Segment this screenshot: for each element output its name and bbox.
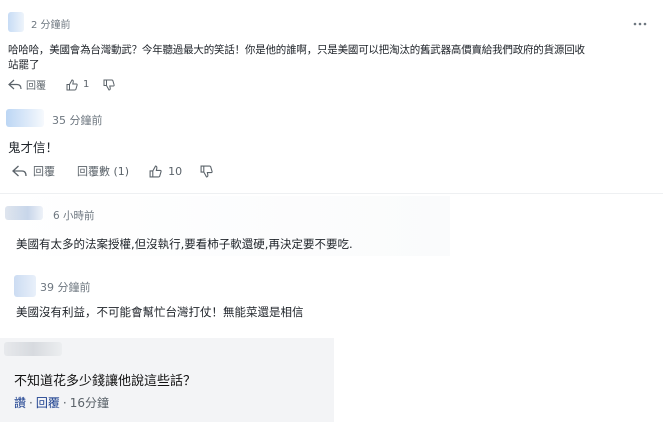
comment-text-line2: 站罷了	[8, 59, 40, 71]
reply-arrow-icon	[8, 79, 22, 90]
replies-count-label: 回覆數 (1)	[77, 165, 130, 178]
reply-link[interactable]: 回覆	[36, 394, 60, 411]
like-link[interactable]: 讚	[14, 394, 26, 411]
like-count: 1	[83, 79, 90, 90]
comment-actions: 回覆 回覆數 (1) 10	[12, 163, 213, 179]
avatar	[14, 275, 36, 297]
like-button[interactable]: 1	[66, 78, 90, 91]
dislike-button[interactable]	[200, 165, 213, 178]
section-divider	[0, 193, 663, 194]
more-vertical-icon[interactable]	[632, 16, 648, 32]
reply-label: 回覆	[26, 81, 46, 92]
comment-text: 鬼才信！	[8, 140, 59, 155]
comment-card-5: 不知道花多少錢讓他說這些話？ 讚 · 回覆 · 16分鐘	[0, 338, 334, 422]
avatar	[8, 12, 24, 32]
reply-label: 回覆	[33, 165, 55, 178]
comment-card-3: 6 小時前 美國有太多的法案授權,但沒執行,要看柿子軟還硬,再決定要不要吃.	[0, 196, 450, 256]
comment-text-line1: 哈哈哈，美國會為台灣動武？今年聽過最大的笑話！你是他的誰啊，只是美國可以把淘汰的…	[8, 44, 585, 56]
comment-card-1: 2 分鐘前 哈哈哈，美國會為台灣動武？今年聽過最大的笑話！你是他的誰啊，只是美國…	[0, 0, 663, 100]
avatar	[6, 109, 44, 127]
comment-timestamp: 2 分鐘前	[31, 20, 71, 31]
like-count: 10	[168, 164, 183, 178]
comment-card-2: 35 分鐘前 鬼才信！ 回覆 回覆數 (1) 10	[0, 100, 663, 192]
comment-timestamp: 35 分鐘前	[52, 114, 103, 127]
comment-timestamp: 39 分鐘前	[40, 281, 91, 294]
comment-card-4: 39 分鐘前 美國沒有利益，不可能會幫忙台灣打仗！無能菜還是相信	[0, 268, 420, 326]
comment-actions: 讚 · 回覆 · 16分鐘	[14, 394, 109, 411]
thumbs-down-icon	[103, 79, 116, 91]
comment-timestamp: 16分鐘	[69, 396, 109, 410]
reply-button[interactable]: 回覆	[12, 163, 55, 179]
comment-text: 美國沒有利益，不可能會幫忙台灣打仗！無能菜還是相信	[16, 305, 304, 319]
thumbs-up-icon	[149, 165, 162, 177]
comment-text: 美國有太多的法案授權,但沒執行,要看柿子軟還硬,再決定要不要吃.	[16, 237, 353, 251]
avatar	[5, 206, 43, 220]
dislike-button[interactable]	[103, 79, 116, 91]
replies-count-button[interactable]: 回覆數 (1)	[77, 163, 129, 179]
comment-text: 不知道花多少錢讓他說這些話？	[14, 374, 197, 389]
comment-timestamp: 6 小時前	[53, 210, 95, 222]
avatar	[4, 342, 62, 356]
separator-dot: ·	[29, 395, 33, 410]
comment-actions: 回覆 1	[8, 77, 116, 92]
separator-dot: ·	[62, 395, 67, 410]
thumbs-down-icon	[200, 165, 213, 177]
reply-arrow-icon	[12, 165, 27, 177]
like-button[interactable]: 10	[149, 165, 182, 178]
thumbs-up-icon	[66, 78, 78, 90]
reply-button[interactable]: 回覆	[8, 77, 46, 92]
